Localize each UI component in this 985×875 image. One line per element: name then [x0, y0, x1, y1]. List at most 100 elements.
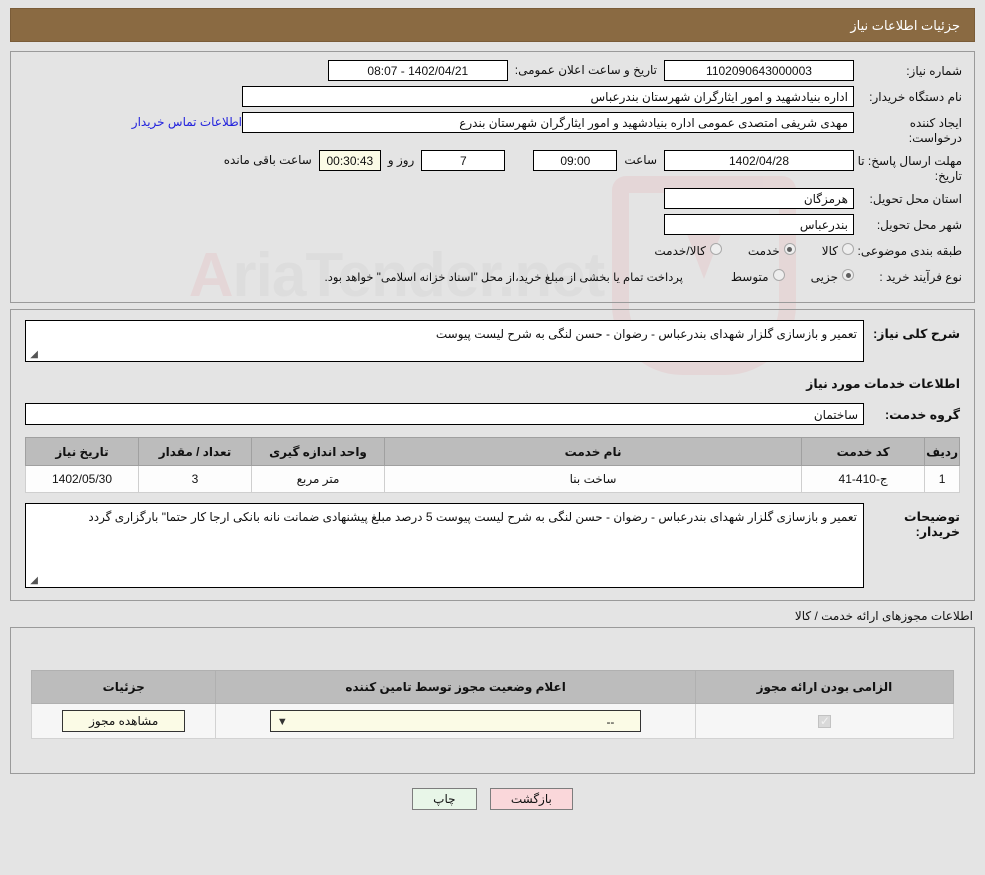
col-permit-details: جزئیات — [30, 670, 217, 704]
category-option-khedmat-label: خدمت — [747, 244, 780, 258]
col-unit: واحد اندازه گیری — [251, 437, 385, 466]
col-service-name: نام خدمت — [383, 437, 803, 466]
process-radio-group: جزیی متوسط پرداخت تمام یا بخشی از مبلغ خ… — [325, 266, 854, 284]
process-note: پرداخت تمام یا بخشی از مبلغ خرید،از محل … — [324, 271, 683, 284]
cell-unit: متر مربع — [251, 465, 385, 493]
permits-table-header-row: الزامی بودن ارائه مجوز اعلام وضعیت مجوز … — [30, 670, 955, 704]
cell-permit-status: ▼ -- — [215, 703, 696, 739]
cell-service-code: ج-410-41 — [801, 465, 926, 493]
category-radio-khedmat[interactable] — [783, 243, 796, 255]
cell-permit-required — [694, 703, 955, 739]
print-button[interactable]: چاپ — [412, 788, 477, 810]
view-permit-button[interactable]: مشاهده مجوز — [62, 710, 186, 732]
summary-textarea[interactable]: تعمیر و بازسازی گلزار شهدای بندرعباس - ر… — [25, 320, 864, 362]
province-field: هرمزگان — [664, 188, 854, 209]
category-radio-group: کالا خدمت کالا/خدمت — [654, 240, 854, 258]
page-root: جزئیات اطلاعات نیاز شماره نیاز: 11020906… — [0, 0, 985, 601]
page-title: جزئیات اطلاعات نیاز — [10, 8, 975, 42]
cell-radif: 1 — [924, 465, 960, 493]
row-buyer-org: نام دستگاه خریدار: اداره بنیادشهید و امو… — [23, 86, 962, 108]
buyer-notes-text: تعمیر و بازسازی گلزار شهدای بندرعباس - ر… — [88, 510, 857, 524]
row-buyer-notes: توضیحات خریدار: تعمیر و بازسازی گلزار شه… — [25, 503, 960, 588]
row-need-number: شماره نیاز: 1102090643000003 تاریخ و ساع… — [23, 60, 962, 82]
summary-label: شرح کلی نیاز: — [873, 327, 960, 341]
summary-text: تعمیر و بازسازی گلزار شهدای بندرعباس - ر… — [435, 327, 857, 341]
row-city: شهر محل تحویل: بندرعباس — [23, 214, 962, 236]
resize-grip-icon[interactable]: ◢ — [28, 576, 38, 586]
row-deadline: مهلت ارسال پاسخ: تا تاریخ: 1402/04/28 سا… — [23, 150, 962, 184]
process-option-jozi[interactable]: جزیی — [811, 269, 854, 284]
deadline-time-field: 09:00 — [533, 150, 618, 171]
cell-need-date: 1402/05/30 — [25, 465, 139, 493]
chevron-down-icon: ▼ — [276, 716, 288, 728]
buyer-org-field: اداره بنیادشهید و امور ایثارگران شهرستان… — [242, 86, 854, 107]
public-announce-label: تاریخ و ساعت اعلان عمومی: — [514, 63, 657, 77]
remaining-days-field: 7 — [421, 150, 506, 171]
process-radio-motavaset[interactable] — [772, 269, 785, 281]
permit-status-select[interactable]: ▼ -- — [269, 710, 642, 732]
table-row: 1 ج-410-41 ساخت بنا متر مربع 3 1402/05/3… — [25, 465, 960, 493]
permits-panel: الزامی بودن ارائه مجوز اعلام وضعیت مجوز … — [10, 627, 975, 774]
category-label: طبقه بندی موضوعی: — [857, 244, 962, 258]
col-service-code: کد خدمت — [801, 437, 926, 466]
category-option-kala-label: کالا — [821, 244, 838, 258]
services-section-title: اطلاعات خدمات مورد نیاز — [806, 377, 960, 391]
permit-required-checkbox — [817, 714, 831, 729]
requester-field: مهدی شریفی امتصدی عمومی اداره بنیادشهید … — [242, 112, 854, 133]
deadline-hour-label: ساعت — [624, 153, 657, 167]
deadline-date-field: 1402/04/28 — [664, 150, 854, 171]
permits-section-label: اطلاعات مجوزهای ارائه خدمت / کالا — [794, 609, 973, 623]
permits-table: الزامی بودن ارائه مجوز اعلام وضعیت مجوز … — [30, 670, 955, 739]
need-details-panel: شرح کلی نیاز: تعمیر و بازسازی گلزار شهدا… — [10, 309, 975, 601]
resize-grip-icon[interactable]: ◢ — [28, 350, 38, 360]
table-row: ▼ -- مشاهده مجوز — [30, 703, 955, 739]
permit-status-value: -- — [606, 715, 615, 729]
buyer-notes-textarea[interactable]: تعمیر و بازسازی گلزار شهدای بندرعباس - ر… — [25, 503, 864, 588]
category-option-kala-khedmat[interactable]: کالا/خدمت — [654, 243, 722, 258]
process-radio-jozi[interactable] — [842, 269, 854, 281]
remaining-time-field: 00:30:43 — [318, 150, 381, 171]
col-quantity: تعداد / مقدار — [138, 437, 252, 466]
public-announce-field: 1402/04/21 - 08:07 — [327, 60, 508, 81]
row-summary: شرح کلی نیاز: تعمیر و بازسازی گلزار شهدا… — [25, 320, 960, 362]
row-process: نوع فرآیند خرید : جزیی متوسط پرداخت تمام… — [23, 266, 962, 288]
province-label: استان محل تحویل: — [869, 192, 962, 206]
category-radio-kala-khedmat[interactable] — [709, 243, 722, 255]
col-need-date: تاریخ نیاز — [25, 437, 139, 466]
services-table-header-row: ردیف کد خدمت نام خدمت واحد اندازه گیری ت… — [25, 437, 960, 466]
buyer-notes-label: توضیحات خریدار: — [904, 510, 960, 539]
buyer-contact-link[interactable]: اطلاعات تماس خریدار — [132, 112, 242, 133]
back-button[interactable]: بازگشت — [489, 788, 573, 810]
cell-permit-details: مشاهده مجوز — [30, 703, 217, 739]
days-and-label: روز و — [387, 153, 415, 167]
services-table: ردیف کد خدمت نام خدمت واحد اندازه گیری ت… — [25, 437, 960, 493]
city-label: شهر محل تحویل: — [876, 218, 962, 232]
row-requester: ایجاد کننده درخواست: مهدی شریفی امتصدی ع… — [23, 112, 962, 146]
category-option-khedmat[interactable]: خدمت — [748, 243, 796, 258]
col-permit-status: اعلام وضعیت مجوز توسط تامین کننده — [215, 670, 696, 704]
need-number-label: شماره نیاز: — [906, 64, 962, 78]
need-number-field: 1102090643000003 — [664, 60, 854, 81]
category-option-kala[interactable]: کالا — [822, 243, 854, 258]
buyer-org-label: نام دستگاه خریدار: — [869, 90, 962, 104]
row-service-group: گروه خدمت: ساختمان — [25, 403, 960, 425]
process-label: نوع فرآیند خرید : — [879, 270, 962, 284]
process-option-motavaset[interactable]: متوسط — [731, 269, 785, 284]
cell-quantity: 3 — [138, 465, 252, 493]
requester-label: ایجاد کننده درخواست: — [908, 116, 962, 145]
service-group-label: گروه خدمت: — [884, 407, 960, 422]
cell-service-name: ساخت بنا — [383, 465, 803, 493]
footer-actions: بازگشت چاپ — [0, 788, 985, 810]
need-info-panel: شماره نیاز: 1102090643000003 تاریخ و ساع… — [10, 51, 975, 303]
category-radio-kala[interactable] — [842, 243, 854, 255]
row-province: استان محل تحویل: هرمزگان — [23, 188, 962, 210]
deadline-label: مهلت ارسال پاسخ: تا تاریخ: — [857, 154, 962, 183]
service-group-field: ساختمان — [25, 403, 864, 425]
remaining-suffix-label: ساعت باقی مانده — [223, 153, 312, 167]
category-option-kala-khedmat-label: کالا/خدمت — [654, 244, 706, 258]
col-permit-required: الزامی بودن ارائه مجوز — [694, 670, 955, 704]
col-radif: ردیف — [924, 437, 960, 466]
city-field: بندرعباس — [664, 214, 854, 235]
process-option-motavaset-label: متوسط — [730, 270, 769, 284]
process-option-jozi-label: جزیی — [810, 270, 838, 284]
